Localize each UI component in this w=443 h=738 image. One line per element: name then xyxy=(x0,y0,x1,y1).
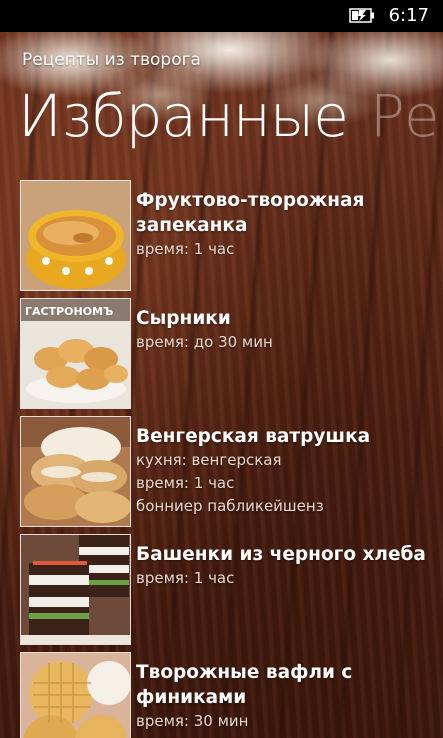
recipe-cuisine: кухня: венгерская xyxy=(136,451,282,469)
recipe-title-line: Башенки из черного хлеба xyxy=(136,544,426,565)
status-time: 6:17 xyxy=(388,5,429,26)
thumbnail-watermark: ГАСТРОНОМЪ xyxy=(25,305,113,318)
recipe-title-line: запеканка xyxy=(136,215,248,236)
app-title: Рецепты из творога xyxy=(22,50,201,70)
recipe-title-line: финиками xyxy=(136,687,247,708)
recipe-item-vatrushka[interactable]: Венгерская ватрушка кухня: венгерская вр… xyxy=(20,416,443,534)
recipe-time: время: 30 мин xyxy=(136,712,249,730)
pivot-header: Избранные Ре xyxy=(18,80,440,152)
recipe-title-line: Сырники xyxy=(136,308,231,329)
recipe-info: Творожные вафли с финиками время: 30 мин xyxy=(136,660,436,733)
recipe-list: Фруктово-творожная запеканка время: 1 ча… xyxy=(20,180,443,738)
status-bar: 6:17 xyxy=(0,0,443,32)
app-screen: 6:17 Рецепты из творога Избранные Ре Фру… xyxy=(0,0,443,738)
recipe-title-line: Фруктово-творожная xyxy=(136,190,365,211)
pivot-item-recipes[interactable]: Ре xyxy=(370,82,440,150)
recipe-item-waffles[interactable]: Творожные вафли с финиками время: 30 мин xyxy=(20,652,443,738)
recipe-thumbnail xyxy=(20,416,131,527)
recipe-thumbnail: ГАСТРОНОМЪ xyxy=(20,298,131,409)
recipe-publisher: бонниер пабликейшенз xyxy=(136,497,324,515)
pivot-item-favorites[interactable]: Избранные xyxy=(18,82,349,150)
recipe-thumbnail xyxy=(20,180,131,291)
recipe-thumbnail xyxy=(20,534,131,645)
recipe-info: Венгерская ватрушка кухня: венгерская вр… xyxy=(136,424,436,518)
recipe-info: Сырники время: до 30 мин xyxy=(136,306,436,354)
recipe-info: Фруктово-творожная запеканка время: 1 ча… xyxy=(136,188,436,261)
recipe-info: Башенки из черного хлеба время: 1 час xyxy=(136,542,436,590)
recipe-time: время: 1 час xyxy=(136,474,235,492)
recipe-item-bread-towers[interactable]: Башенки из черного хлеба время: 1 час xyxy=(20,534,443,652)
recipe-thumbnail xyxy=(20,652,131,738)
recipe-time: время: 1 час xyxy=(136,240,235,258)
recipe-time: время: до 30 мин xyxy=(136,333,273,351)
recipe-time: время: 1 час xyxy=(136,569,235,587)
battery-charging-icon xyxy=(349,8,374,23)
recipe-title-line: Творожные вафли с xyxy=(136,662,353,683)
recipe-item-casserole[interactable]: Фруктово-творожная запеканка время: 1 ча… xyxy=(20,180,443,298)
recipe-item-syrniki[interactable]: ГАСТРОНОМЪ Сырники время: до 30 мин xyxy=(20,298,443,416)
recipe-title-line: Венгерская ватрушка xyxy=(136,426,371,447)
